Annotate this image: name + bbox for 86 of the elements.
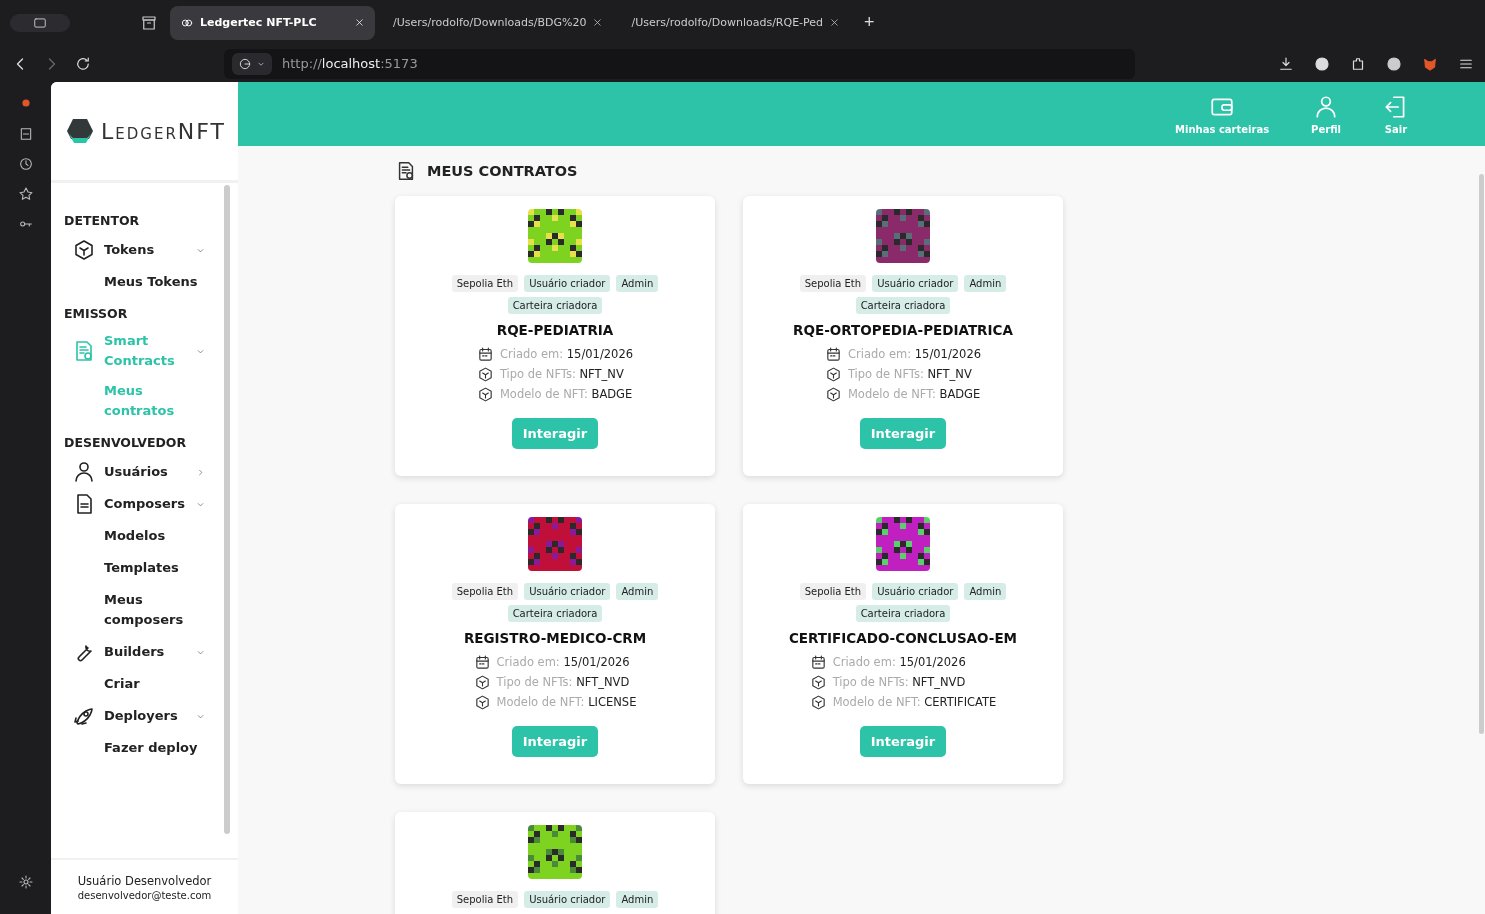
tag: Usuário criador	[524, 891, 611, 908]
user-email: desenvolvedor@teste.com	[77, 889, 212, 901]
calendar-icon	[809, 653, 827, 671]
history-icon	[17, 156, 34, 172]
tag: Usuário criador	[872, 583, 959, 600]
field-text: Modelo de NFT: CERTIFICATE	[832, 695, 997, 709]
nav-item[interactable]: Builders	[64, 636, 214, 668]
nav-subitem[interactable]: Meus Tokens	[64, 266, 214, 298]
new-tab-button[interactable]: +	[858, 11, 881, 34]
user-icon	[72, 460, 96, 484]
contract-name: REGISTRO-MEDICO-CRM	[463, 630, 647, 646]
tag: Admin	[964, 583, 1007, 600]
field-text: Modelo de NFT: BADGE	[847, 387, 981, 401]
close-icon	[829, 17, 841, 28]
user-name: Usuário Desenvolvedor	[77, 873, 212, 888]
tag: Admin	[964, 275, 1007, 292]
nav-subitem[interactable]: Templates	[64, 552, 214, 584]
tag: Usuário criador	[872, 275, 959, 292]
url-text: http://localhost:5173	[282, 56, 418, 71]
logo-icon	[65, 116, 95, 146]
tag: Carteira criadora	[855, 297, 951, 314]
nav-item[interactable]: Usuários	[64, 456, 214, 488]
tag: Admin	[616, 583, 659, 600]
tag: Carteira criadora	[507, 605, 603, 622]
tag: Carteira criadora	[855, 605, 951, 622]
browser-tab[interactable]: /Users/rodolfo/Downloads/RQE-Ped	[621, 5, 851, 40]
archive-icon	[140, 13, 158, 32]
window-icon	[33, 15, 47, 30]
cube-icon	[473, 673, 491, 691]
field-text: Modelo de NFT: LICENSE	[496, 695, 637, 709]
tag: Sepolia Eth	[451, 891, 519, 908]
nav-item[interactable]: Composers	[64, 488, 214, 520]
field-text: Criado em: 15/01/2026	[499, 347, 634, 361]
contract-name: RQE-PEDIATRIA	[496, 322, 614, 338]
calendar-icon	[824, 345, 842, 363]
tag: Sepolia Eth	[451, 275, 519, 292]
logo-text: LedgerNFT	[101, 118, 226, 144]
browser-tab[interactable]: /Users/rodolfo/Downloads/BDG%20	[383, 5, 614, 40]
cube-icon	[824, 365, 842, 383]
tag: Carteira criadora	[507, 297, 603, 314]
field-text: Modelo de NFT: BADGE	[499, 387, 633, 401]
nav-subitem[interactable]: Meus composers	[64, 584, 214, 636]
close-icon	[592, 17, 604, 28]
globe-icon	[238, 56, 252, 71]
close-icon	[354, 17, 365, 28]
cube-icon	[476, 385, 494, 403]
section-heading: DESENVOLVEDOR	[64, 435, 188, 450]
settings-icon	[17, 874, 34, 890]
cube-icon	[476, 365, 494, 383]
nav-subitem[interactable]: Fazer deploy	[64, 732, 214, 764]
tag: Sepolia Eth	[451, 583, 519, 600]
tag: Usuário criador	[524, 275, 611, 292]
cube-icon	[72, 238, 96, 262]
nav-item[interactable]: Deployers	[64, 700, 214, 732]
field-text: Tipo de NFTs: NFT_NVD	[496, 675, 630, 689]
calendar-icon	[473, 653, 491, 671]
field-text: Tipo de NFTs: NFT_NVD	[832, 675, 966, 689]
star-icon	[17, 186, 34, 202]
contract-name: RQE-ORTOPEDIA-PEDIATRICA	[793, 322, 1013, 338]
nav-subitem[interactable]: Modelos	[64, 520, 214, 552]
site-info-button[interactable]	[232, 52, 272, 75]
field-text: Tipo de NFTs: NFT_NV	[499, 367, 624, 381]
field-text: Criado em: 15/01/2026	[496, 655, 630, 669]
tag: Sepolia Eth	[799, 275, 867, 292]
calendar-icon	[476, 345, 494, 363]
contract-name: CERTIFICADO-CONCLUSAO-EM	[788, 630, 1018, 646]
browser-tab[interactable]: Ledgertec NFT-PLC	[170, 5, 375, 40]
tag: Admin	[616, 275, 659, 292]
sidebar-toggle[interactable]	[10, 13, 70, 32]
tag: Sepolia Eth	[799, 583, 867, 600]
field-text: Criado em: 15/01/2026	[847, 347, 982, 361]
cube-icon	[473, 693, 491, 711]
section-heading: DETENTOR	[64, 213, 141, 228]
cube-icon	[824, 385, 842, 403]
address-bar[interactable]: http://localhost:5173	[224, 48, 1135, 79]
cube-icon	[809, 693, 827, 711]
tag: Admin	[616, 891, 659, 908]
nav-item[interactable]: Tokens	[64, 234, 214, 266]
nav-subitem[interactable]: Criar	[64, 668, 214, 700]
cube-icon	[809, 673, 827, 691]
section-heading: EMISSOR	[64, 306, 129, 321]
page-title: MEUS CONTRATOS	[427, 163, 578, 179]
field-text: Tipo de NFTs: NFT_NV	[847, 367, 972, 381]
tag: Usuário criador	[524, 583, 611, 600]
reload-icon	[74, 54, 92, 73]
field-text: Criado em: 15/01/2026	[832, 655, 966, 669]
